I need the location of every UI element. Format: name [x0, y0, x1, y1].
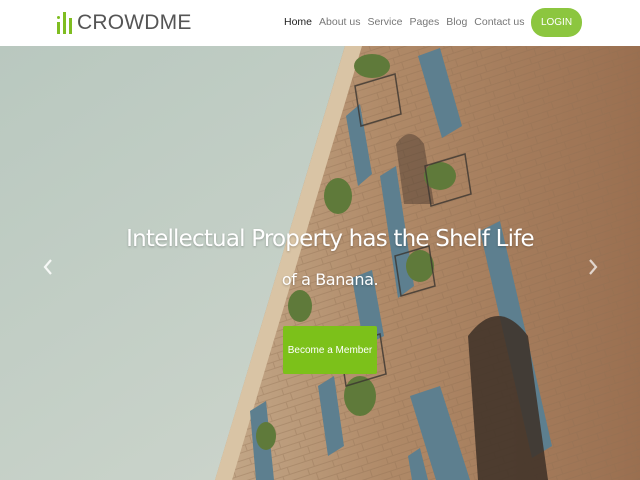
- hero-subtitle: of a Banana.: [281, 270, 379, 289]
- login-button[interactable]: LOGIN: [531, 8, 582, 37]
- nav-item-contact[interactable]: Contact us: [474, 16, 524, 28]
- nav-item-service[interactable]: Service: [367, 16, 402, 28]
- nav-item-pages[interactable]: Pages: [409, 16, 439, 28]
- site-logo[interactable]: CROWDME: [57, 9, 192, 37]
- nav-item-about[interactable]: About us: [319, 16, 360, 28]
- hero-background-image: [0, 46, 640, 480]
- logo-bars-icon: [57, 10, 73, 36]
- become-member-button[interactable]: Become a Member: [283, 326, 377, 374]
- hero-slider: Intellectual Property has the Shelf Life…: [0, 46, 640, 480]
- main-nav: Home About us Service Pages Blog Contact…: [284, 16, 524, 28]
- nav-item-blog[interactable]: Blog: [446, 16, 467, 28]
- site-header: CROWDME Home About us Service Pages Blog…: [0, 0, 640, 46]
- logo-text: CROWDME: [77, 11, 192, 34]
- hero-title: Intellectual Property has the Shelf Life: [126, 226, 535, 252]
- chevron-left-icon[interactable]: [41, 258, 55, 276]
- nav-item-home[interactable]: Home: [284, 16, 312, 28]
- chevron-right-icon[interactable]: [586, 258, 600, 276]
